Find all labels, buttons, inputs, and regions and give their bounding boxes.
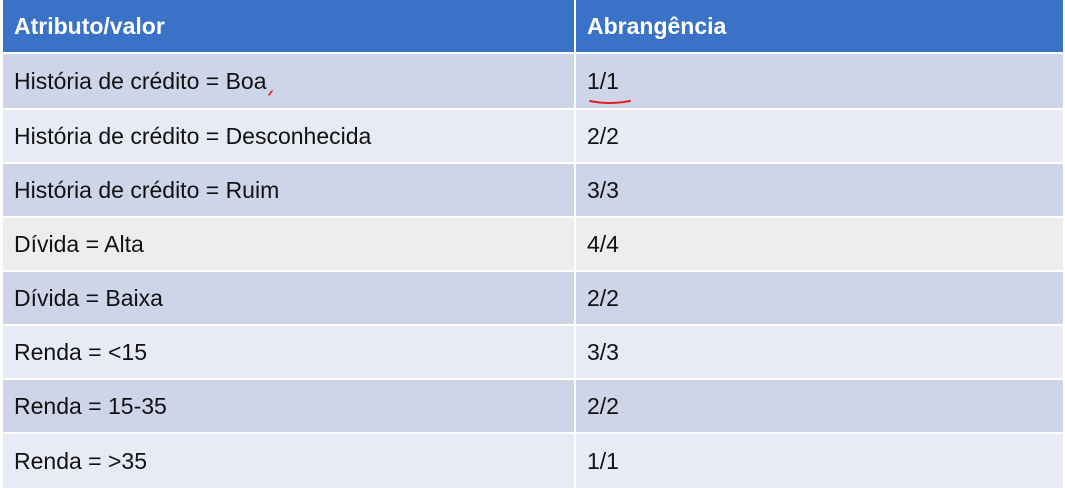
attribute-cell: História de crédito = Boa bbox=[3, 54, 576, 108]
table-row: História de crédito = Desconhecida 2/2 bbox=[3, 108, 1063, 162]
table-row: Renda = <15 3/3 bbox=[3, 324, 1063, 378]
coverage-text: 1/1 bbox=[587, 68, 631, 104]
table-row: Dívida = Baixa 2/2 bbox=[3, 270, 1063, 324]
attribute-cell: Renda = >35 bbox=[3, 434, 576, 488]
attribute-cell: Renda = <15 bbox=[3, 326, 576, 378]
coverage-cell: 2/2 bbox=[587, 284, 619, 311]
table-row: Dívida = Alta 4/4 bbox=[3, 216, 1063, 270]
coverage-cell: 3/3 bbox=[587, 176, 619, 203]
attribute-cell: Dívida = Baixa bbox=[3, 272, 576, 324]
coverage-cell: 2/2 bbox=[587, 122, 619, 149]
table-row: Renda = 15-35 2/2 bbox=[3, 378, 1063, 432]
table-row: História de crédito = Ruim 3/3 bbox=[3, 162, 1063, 216]
red-underline-annotation bbox=[589, 99, 631, 104]
coverage-cell: 2/2 bbox=[587, 392, 619, 419]
red-tick-annotation bbox=[268, 90, 273, 96]
attribute-cell: Dívida = Alta bbox=[3, 218, 576, 270]
table-header-row: Atributo/valor Abrangência bbox=[3, 0, 1063, 52]
header-coverage: Abrangência bbox=[587, 12, 727, 39]
attribute-cell: História de crédito = Desconhecida bbox=[3, 110, 576, 162]
table-row: História de crédito = Boa 1/1 bbox=[3, 52, 1063, 108]
table-row: Renda = >35 1/1 bbox=[3, 432, 1063, 488]
coverage-cell: 1/1 bbox=[587, 447, 619, 474]
attribute-cell: História de crédito = Ruim bbox=[3, 164, 576, 216]
attribute-cell: Renda = 15-35 bbox=[3, 380, 576, 432]
coverage-table: Atributo/valor Abrangência História de c… bbox=[0, 0, 1065, 488]
attribute-text: História de crédito = Boa bbox=[14, 67, 267, 94]
header-attribute-value: Atributo/valor bbox=[3, 0, 576, 52]
coverage-cell: 1/1 bbox=[576, 54, 1063, 108]
coverage-cell: 3/3 bbox=[587, 338, 619, 365]
coverage-cell: 4/4 bbox=[587, 230, 619, 257]
